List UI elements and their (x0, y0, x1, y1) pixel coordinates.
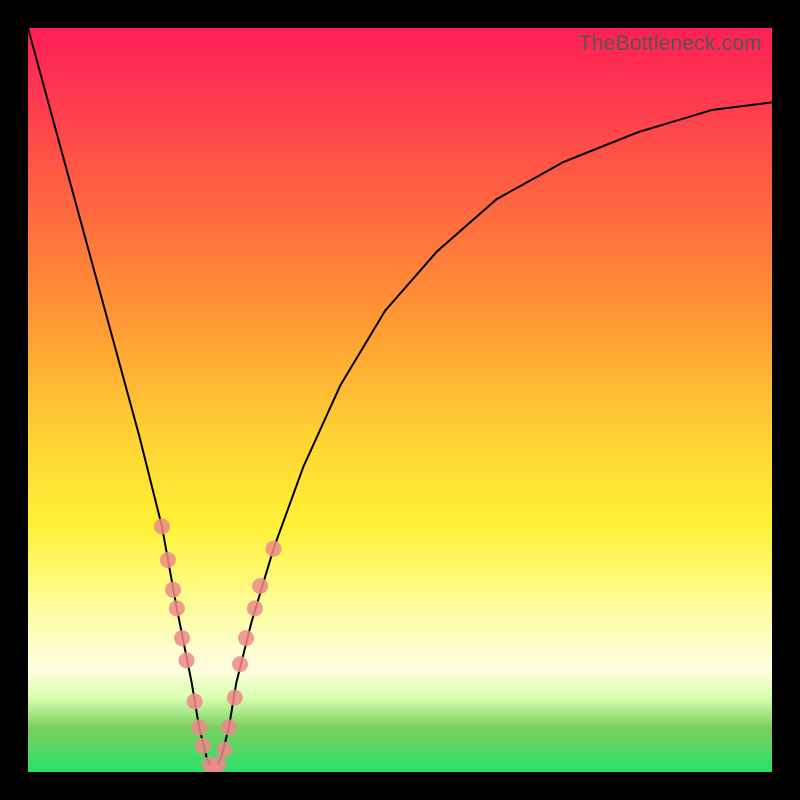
marker-point (169, 600, 185, 616)
marker-point (232, 656, 248, 672)
marker-point (191, 719, 207, 735)
marker-point (154, 518, 170, 534)
marker-group (154, 518, 282, 772)
marker-point (210, 757, 226, 772)
marker-point (238, 630, 254, 646)
marker-point (165, 582, 181, 598)
marker-point (227, 690, 243, 706)
chart-svg (28, 28, 772, 772)
marker-point (247, 600, 263, 616)
marker-point (174, 630, 190, 646)
bottleneck-curve (28, 28, 772, 772)
marker-point (160, 552, 176, 568)
marker-point (221, 719, 237, 735)
outer-frame: TheBottleneck.com (0, 0, 800, 800)
marker-point (252, 578, 268, 594)
plot-area: TheBottleneck.com (28, 28, 772, 772)
marker-point (187, 693, 203, 709)
marker-point (195, 738, 211, 754)
marker-point (266, 541, 282, 557)
marker-point (178, 652, 194, 668)
marker-point (216, 742, 232, 758)
